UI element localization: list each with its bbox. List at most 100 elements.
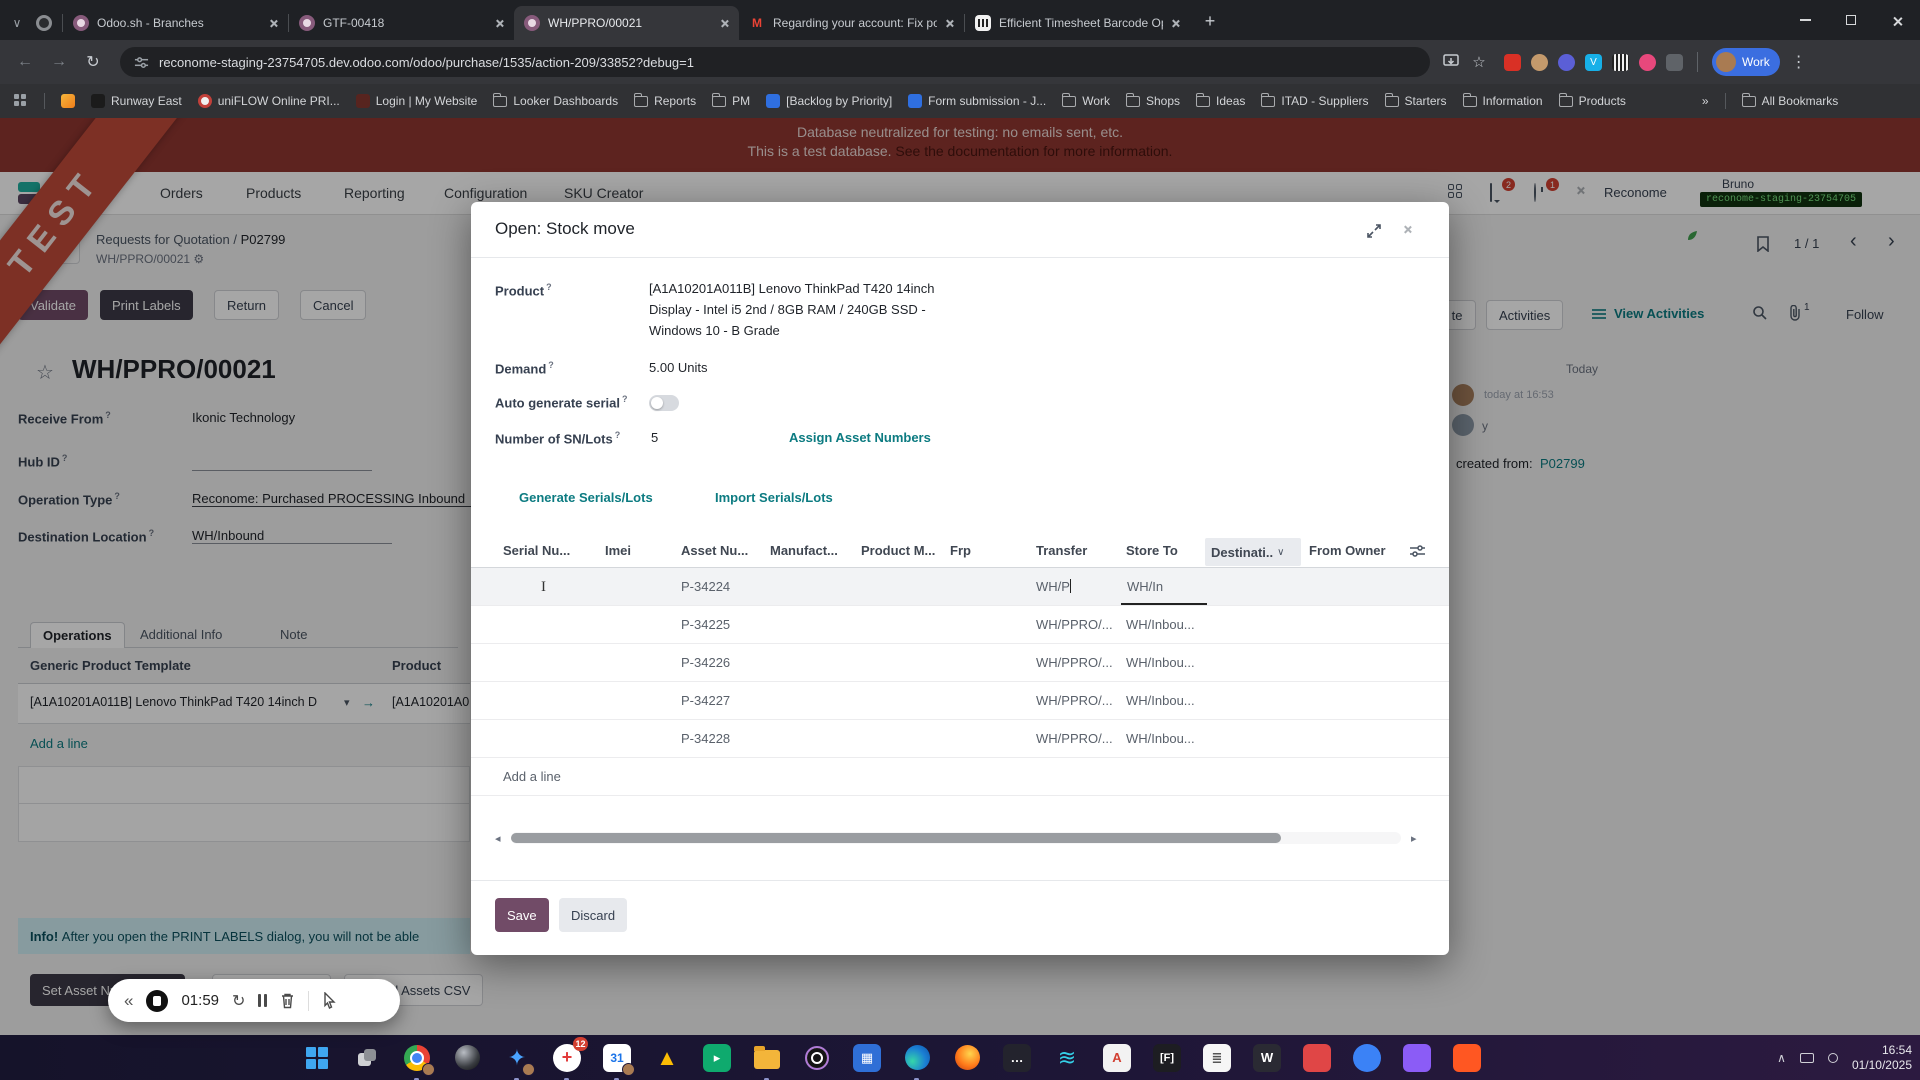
store-to-cell[interactable]: WH/Inbou... (1126, 693, 1195, 708)
bookmark-folder[interactable]: Looker Dashboards (493, 94, 618, 108)
asset-number-cell[interactable]: P-34227 (681, 693, 730, 708)
edge-icon[interactable] (898, 1039, 936, 1077)
asset-number-cell[interactable]: P-34228 (681, 731, 730, 746)
calendar-icon[interactable]: 31 (598, 1039, 636, 1077)
bookmark-folder[interactable]: PM (712, 94, 750, 108)
stop-recording-icon[interactable] (146, 990, 168, 1012)
taskbar-clock[interactable]: 16:54 01/10/2025 (1852, 1043, 1912, 1073)
menu-kebab-icon[interactable]: ⋮ (1784, 47, 1814, 77)
app-a-icon[interactable]: A (1098, 1039, 1136, 1077)
transfer-cell[interactable]: WH/PPRO/... (1036, 731, 1113, 746)
tab-close-icon[interactable] (269, 19, 278, 28)
col-serial-number[interactable]: Serial Nu... (503, 543, 570, 558)
chat-app-icon[interactable]: … (998, 1039, 1036, 1077)
app-red-icon[interactable] (1298, 1039, 1336, 1077)
serial-row-5[interactable]: P-34228 WH/PPRO/... WH/Inbou... (471, 720, 1449, 758)
store-to-edit-cell[interactable]: WH/In (1121, 568, 1207, 605)
health-app-icon[interactable]: +12 (548, 1039, 586, 1077)
install-icon[interactable] (1442, 53, 1460, 71)
tab-wh-ppro-00021[interactable]: WH/PPRO/00021 (514, 6, 739, 40)
bookmark-folder[interactable]: Ideas (1196, 94, 1245, 108)
app-violet-icon[interactable] (1398, 1039, 1436, 1077)
col-frp[interactable]: Frp (950, 543, 971, 558)
expand-icon[interactable] (1365, 222, 1383, 240)
serial-row-1[interactable]: I P-34224 WH/P WH/In (471, 568, 1449, 606)
bookmark-folder[interactable]: ITAD - Suppliers (1261, 94, 1368, 108)
app-sphere-icon[interactable] (448, 1039, 486, 1077)
auto-generate-serial-toggle[interactable] (649, 395, 679, 411)
profile-chip[interactable]: Work (1712, 48, 1780, 76)
extension-pink-icon[interactable] (1639, 54, 1656, 71)
start-menu-icon[interactable] (298, 1039, 336, 1077)
col-from-owner[interactable]: From Owner (1309, 543, 1386, 558)
bookmark-favicon-only[interactable] (61, 94, 75, 108)
bookmark-item[interactable]: uniFLOW Online PRI... (198, 94, 340, 108)
google-meet-icon[interactable]: ▸ (698, 1039, 736, 1077)
app-star-icon[interactable]: ✦ (498, 1039, 536, 1077)
bookmark-folder[interactable]: Work (1062, 94, 1110, 108)
serial-row-3[interactable]: P-34226 WH/PPRO/... WH/Inbou... (471, 644, 1449, 682)
network-icon[interactable] (1828, 1053, 1838, 1063)
apps-grid-icon[interactable] (14, 94, 28, 108)
app-orange-icon[interactable] (1448, 1039, 1486, 1077)
transfer-cell[interactable]: WH/PPRO/... (1036, 617, 1113, 632)
extension-red-icon[interactable] (1504, 54, 1521, 71)
bookmark-folder[interactable]: Shops (1126, 94, 1180, 108)
scrollbar-thumb[interactable] (511, 833, 1281, 843)
bookmark-folder[interactable]: Products (1559, 94, 1626, 108)
firefox-icon[interactable] (948, 1039, 986, 1077)
store-to-cell[interactable]: WH/Inbou... (1126, 617, 1195, 632)
close-window-button[interactable] (1874, 0, 1920, 40)
restart-recording-icon[interactable]: ↻ (232, 991, 245, 1011)
tab-close-icon[interactable] (495, 19, 504, 28)
new-tab-button[interactable]: + (1196, 7, 1224, 35)
save-button[interactable]: Save (495, 898, 549, 932)
col-product-model[interactable]: Product M... (861, 543, 935, 558)
chrome-icon[interactable] (398, 1039, 436, 1077)
bookmark-item[interactable]: Form submission - J... (908, 94, 1046, 108)
file-explorer-icon[interactable] (748, 1039, 786, 1077)
dialog-close-icon[interactable] (1403, 225, 1421, 243)
collapse-icon[interactable]: « (124, 991, 133, 1011)
extension-snowflake-icon[interactable] (1558, 54, 1575, 71)
app-blue-icon[interactable] (1348, 1039, 1386, 1077)
modal-add-a-line-link[interactable]: Add a line (503, 769, 561, 784)
col-store-to[interactable]: Store To (1126, 543, 1178, 558)
calculator-icon[interactable]: ▦ (848, 1039, 886, 1077)
product-link[interactable]: [A1A10201A011B] Lenovo ThinkPad T420 14i… (649, 278, 935, 341)
tab-timesheet-barcode[interactable]: Efficient Timesheet Barcode Op (965, 6, 1190, 40)
col-imei[interactable]: Imei (605, 543, 631, 558)
bookmarks-overflow-icon[interactable]: » (1702, 94, 1709, 108)
discard-button[interactable]: Discard (559, 898, 627, 932)
search-icon[interactable] (348, 1039, 386, 1077)
delete-recording-icon[interactable] (280, 992, 295, 1009)
bookmark-item[interactable]: Runway East (91, 94, 182, 108)
number-of-sn-lots-value[interactable]: 5 (651, 430, 658, 445)
serial-row-2[interactable]: P-34225 WH/PPRO/... WH/Inbou... (471, 606, 1449, 644)
transfer-cell[interactable]: WH/PPRO/... (1036, 655, 1113, 670)
serial-row-4[interactable]: P-34227 WH/PPRO/... WH/Inbou... (471, 682, 1449, 720)
transfer-cell[interactable]: WH/P (1036, 579, 1071, 594)
asset-number-cell[interactable]: P-34224 (681, 579, 730, 594)
col-asset-number[interactable]: Asset Nu... (681, 543, 748, 558)
minimize-button[interactable] (1782, 0, 1828, 40)
text-cursor-icon[interactable]: I (541, 579, 546, 596)
all-bookmarks[interactable]: All Bookmarks (1742, 94, 1839, 108)
maximize-button[interactable] (1828, 0, 1874, 40)
app-f-icon[interactable]: [F] (1148, 1039, 1186, 1077)
bookmark-star-icon[interactable]: ☆ (1464, 47, 1494, 77)
extensions-puzzle-icon[interactable] (1666, 54, 1683, 71)
extension-vimeo-icon[interactable]: V (1585, 54, 1602, 71)
audio-app-icon[interactable]: ≋ (1048, 1039, 1086, 1077)
extension-monkey-icon[interactable] (1531, 54, 1548, 71)
asset-number-cell[interactable]: P-34226 (681, 655, 730, 670)
tab-gmail[interactable]: M Regarding your account: Fix po (739, 6, 964, 40)
back-icon[interactable]: ← (10, 47, 40, 77)
tab-odoo-branches[interactable]: Odoo.sh - Branches (63, 6, 288, 40)
tray-chevron-icon[interactable]: ∧ (1777, 1051, 1786, 1065)
store-to-cell[interactable]: WH/Inbou... (1126, 655, 1195, 670)
bookmark-item[interactable]: [Backlog by Priority] (766, 94, 892, 108)
scroll-left-icon[interactable]: ◂ (495, 832, 501, 845)
col-destination[interactable]: Destinati.. ∨ (1205, 538, 1301, 566)
tab-close-icon[interactable] (1171, 19, 1180, 28)
